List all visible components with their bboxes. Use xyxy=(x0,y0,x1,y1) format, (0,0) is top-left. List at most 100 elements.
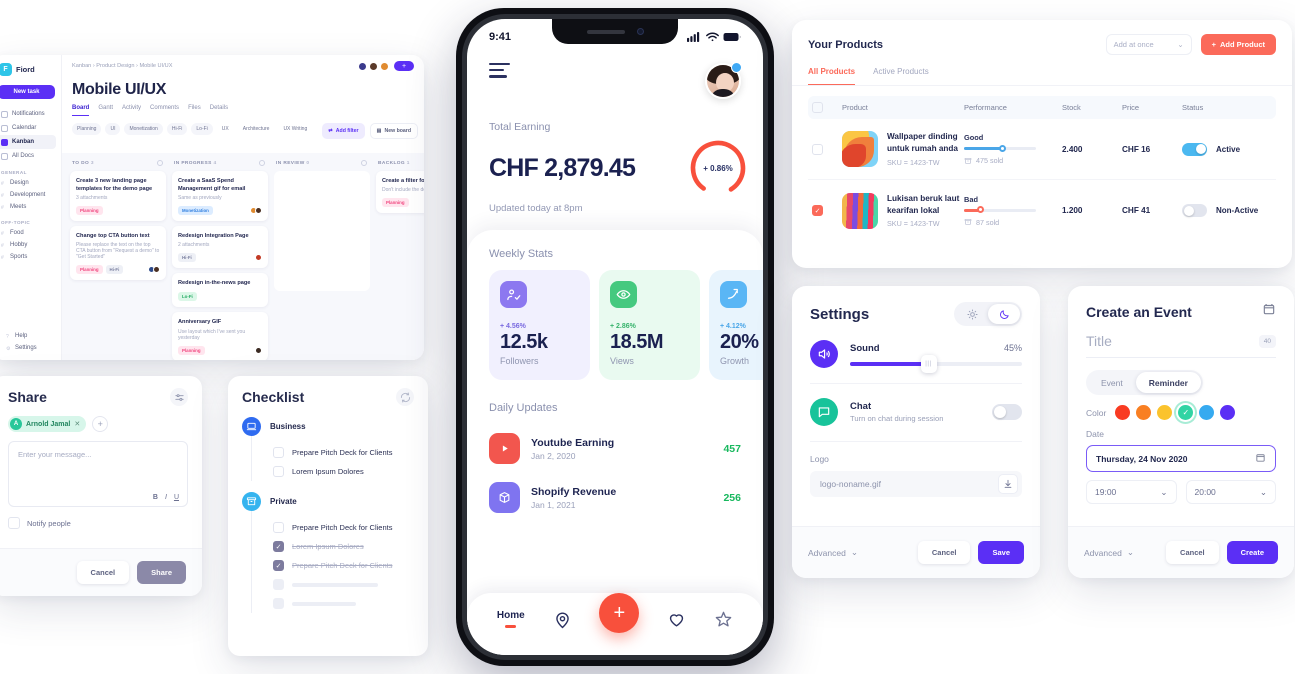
recipient-chip[interactable]: A Arnold Jamal ✕ xyxy=(8,416,87,432)
empty-column-placeholder[interactable] xyxy=(274,171,370,291)
filter-chip[interactable]: Hi-Fi xyxy=(166,123,188,135)
sidebar-item-development[interactable]: # Development xyxy=(0,189,61,201)
cancel-button[interactable]: Cancel xyxy=(917,541,971,564)
filter-chip[interactable]: Planning xyxy=(72,123,102,135)
performance-slider[interactable] xyxy=(964,144,1036,152)
start-time-select[interactable]: 19:00 ⌄ xyxy=(1086,480,1177,504)
sidebar-item-kanban[interactable]: Kanban xyxy=(0,135,56,149)
color-swatch-purple[interactable] xyxy=(1220,405,1236,420)
end-time-select[interactable]: 20:00 ⌄ xyxy=(1185,480,1276,504)
kanban-card[interactable]: Change top CTA button text Please replac… xyxy=(70,226,166,281)
table-row[interactable]: ✓ Lukisan beruk laut kearifan lokal SKU … xyxy=(808,180,1276,241)
close-icon[interactable]: ✕ xyxy=(74,420,80,428)
performance-slider[interactable] xyxy=(964,206,1036,214)
performance-knob[interactable] xyxy=(998,144,1006,152)
kanban-card[interactable]: Anniversary GIF Use layout which I've se… xyxy=(172,312,268,360)
segment-event[interactable]: Event xyxy=(1088,372,1136,393)
stat-card-views[interactable]: + 2.86% 18.5M Views xyxy=(599,270,700,380)
filter-chip[interactable]: Lo-Fi xyxy=(191,123,213,135)
tab-all-products[interactable]: All Products xyxy=(808,67,856,85)
refresh-icon[interactable] xyxy=(396,388,414,406)
kanban-card[interactable]: Create 3 new landing page templates for … xyxy=(70,171,166,222)
column-menu-icon[interactable] xyxy=(259,160,265,166)
list-item-placeholder[interactable] xyxy=(273,575,414,594)
sidebar-item-food[interactable]: # Food xyxy=(0,227,61,239)
update-row-youtube[interactable]: Youtube Earning Jan 2, 2020 457 xyxy=(467,424,763,473)
tab-location[interactable] xyxy=(553,610,572,629)
color-swatch-green[interactable]: ✓ xyxy=(1178,405,1194,420)
kanban-card[interactable]: Redesign Integration Page 2 attachments … xyxy=(172,226,268,269)
add-filter-button[interactable]: ⇄ Add filter xyxy=(322,123,365,139)
sound-slider[interactable]: ||| xyxy=(850,354,1022,373)
list-item[interactable]: Lorem Ipsum Dolores xyxy=(273,462,414,481)
logo-file-field[interactable]: logo-noname.gif xyxy=(810,471,1022,497)
row-checkbox[interactable] xyxy=(812,143,823,155)
column-menu-icon[interactable] xyxy=(157,160,163,166)
list-item[interactable]: Prepare Pitch Deck for Clients xyxy=(273,518,414,537)
sidebar-item-meets[interactable]: # Meets xyxy=(0,201,61,213)
sound-slider-handle[interactable]: ||| xyxy=(920,354,937,373)
tab-details[interactable]: Details xyxy=(210,105,228,116)
item-checkbox[interactable] xyxy=(273,466,284,477)
cancel-button[interactable]: Cancel xyxy=(1166,541,1219,564)
update-row-shopify[interactable]: Shopify Revenue Jan 1, 2021 256 xyxy=(467,473,763,522)
select-all-checkbox[interactable] xyxy=(812,102,823,113)
status-toggle[interactable] xyxy=(1182,204,1207,217)
theme-toggle[interactable] xyxy=(954,302,1022,326)
add-recipient-button[interactable]: + xyxy=(92,416,109,432)
italic-button[interactable]: I xyxy=(165,494,167,501)
row-checkbox[interactable]: ✓ xyxy=(812,205,823,216)
event-title-input[interactable]: Title 40 xyxy=(1086,321,1276,358)
kanban-card[interactable]: Create a filter for images Don't include… xyxy=(376,171,424,214)
notify-row[interactable]: Notify people xyxy=(8,517,188,529)
item-checkbox[interactable] xyxy=(273,579,284,590)
kanban-card[interactable]: Create a SaaS Spend Management gif for e… xyxy=(172,171,268,222)
sidebar-item-notifications[interactable]: Notifications xyxy=(0,107,56,121)
filter-chip[interactable]: Architecture xyxy=(238,123,275,135)
item-checkbox[interactable] xyxy=(273,598,284,609)
new-board-button[interactable]: ▤ New board xyxy=(369,123,418,139)
calendar-icon[interactable] xyxy=(1262,302,1276,321)
sidebar-item-design[interactable]: # Design xyxy=(0,177,61,189)
add-product-button[interactable]: + Add Product xyxy=(1200,34,1276,55)
status-toggle[interactable] xyxy=(1182,142,1207,156)
filter-chip[interactable]: Monetization xyxy=(124,123,163,135)
segment-reminder[interactable]: Reminder xyxy=(1135,372,1201,393)
list-item[interactable]: Prepare Pitch Deck for Clients xyxy=(273,443,414,462)
share-button[interactable]: Share xyxy=(137,561,186,584)
bold-button[interactable]: B xyxy=(153,494,158,501)
advanced-toggle[interactable]: Advanced ⌄ xyxy=(1084,547,1134,558)
filter-chip[interactable]: UX xyxy=(217,123,234,135)
add-member-button[interactable]: + xyxy=(394,61,414,71)
tab-saved[interactable] xyxy=(714,610,733,629)
color-swatch-orange[interactable] xyxy=(1136,405,1152,420)
date-input[interactable]: Thursday, 24 Nov 2020 xyxy=(1086,445,1276,472)
sidebar-item-all-docs[interactable]: All Docs xyxy=(0,149,56,163)
color-swatch-blue[interactable] xyxy=(1199,405,1215,420)
theme-dark-option[interactable] xyxy=(988,304,1020,324)
breadcrumb[interactable]: Kanban › Product Design › Mobile UI/UX xyxy=(72,63,172,69)
sidebar-item-help[interactable]: ? Help xyxy=(0,330,56,342)
tab-favorites[interactable] xyxy=(667,610,686,629)
message-input[interactable]: Enter your message... B I U xyxy=(8,441,188,507)
tab-files[interactable]: Files xyxy=(188,105,201,116)
sidebar-item-calendar[interactable]: Calendar xyxy=(0,121,56,135)
sidebar-item-hobby[interactable]: # Hobby xyxy=(0,239,61,251)
stat-card-followers[interactable]: + 4.56% 12.5k Followers xyxy=(489,270,590,380)
chat-toggle[interactable] xyxy=(992,404,1022,420)
tab-gantt[interactable]: Gantt xyxy=(98,105,113,116)
tab-active-products[interactable]: Active Products xyxy=(873,67,929,85)
kanban-card[interactable]: Redesign in-the-news page Lo-Fi xyxy=(172,273,268,308)
table-row[interactable]: Wallpaper dinding untuk rumah anda SKU =… xyxy=(808,119,1276,180)
notify-checkbox[interactable] xyxy=(8,517,20,529)
item-checkbox[interactable] xyxy=(273,447,284,458)
column-menu-icon[interactable] xyxy=(361,160,367,166)
item-checkbox[interactable]: ✓ xyxy=(273,560,284,571)
sidebar-item-settings[interactable]: ⚙ Settings xyxy=(0,342,56,354)
filter-chip[interactable]: UX Writing xyxy=(278,123,312,135)
color-swatch-yellow[interactable] xyxy=(1157,405,1173,420)
save-button[interactable]: Save xyxy=(978,541,1024,564)
filter-chip[interactable]: UI xyxy=(105,123,121,135)
underline-button[interactable]: U xyxy=(174,494,179,501)
list-item[interactable]: ✓ Prepare Pitch Deck for Clients xyxy=(273,556,414,575)
